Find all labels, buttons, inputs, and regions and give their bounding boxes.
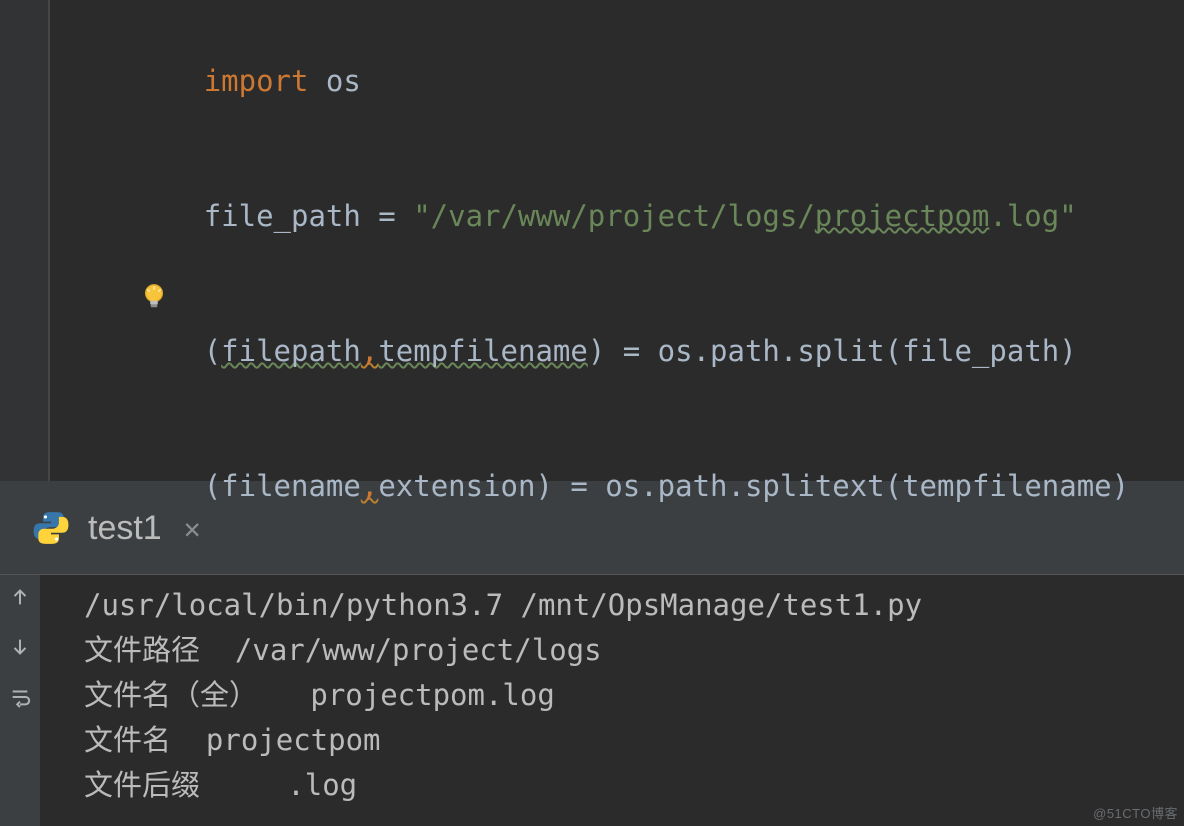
- module-os: os: [326, 64, 361, 98]
- typo-tempfilename: tempfilename: [378, 334, 588, 368]
- editor-area: import os file_path = "/var/www/project/…: [0, 0, 1184, 481]
- code-pane[interactable]: import os file_path = "/var/www/project/…: [50, 0, 1184, 481]
- console-line: 文件名 projectpom: [84, 718, 1184, 763]
- ide-root: import os file_path = "/var/www/project/…: [0, 0, 1184, 826]
- typo-projectpom: projectpom: [815, 199, 990, 233]
- code-line-3[interactable]: (filepath,tempfilename) = os.path.split(…: [64, 284, 1184, 419]
- code-line-2[interactable]: file_path = "/var/www/project/logs/proje…: [64, 149, 1184, 284]
- intention-bulb-icon[interactable]: [139, 281, 169, 311]
- console-line: 文件名（全） projectpom.log: [84, 673, 1184, 718]
- arrow-up-icon[interactable]: [6, 583, 34, 611]
- code-line-1[interactable]: import os: [64, 14, 1184, 149]
- console-output[interactable]: /usr/local/bin/python3.7 /mnt/OpsManage/…: [40, 575, 1184, 826]
- editor-gutter: [0, 0, 50, 481]
- console-line: 文件路径 /var/www/project/logs: [84, 628, 1184, 673]
- typo-filepath: filepath: [221, 334, 361, 368]
- console-command: /usr/local/bin/python3.7 /mnt/OpsManage/…: [84, 583, 1184, 628]
- watermark-text: @51CTO博客: [1093, 803, 1178, 822]
- soft-wrap-icon[interactable]: [6, 683, 34, 711]
- keyword-import: import: [204, 64, 309, 98]
- warn-comma-3: ,: [361, 334, 378, 368]
- console-toolbar: [0, 575, 40, 826]
- code-line-4[interactable]: (filename,extension) = os.path.splitext(…: [64, 419, 1184, 554]
- console-line: 文件后缀 .log: [84, 763, 1184, 808]
- warn-comma-4: ,: [361, 469, 378, 503]
- console-area: /usr/local/bin/python3.7 /mnt/OpsManage/…: [0, 575, 1184, 826]
- arrow-down-icon[interactable]: [6, 633, 34, 661]
